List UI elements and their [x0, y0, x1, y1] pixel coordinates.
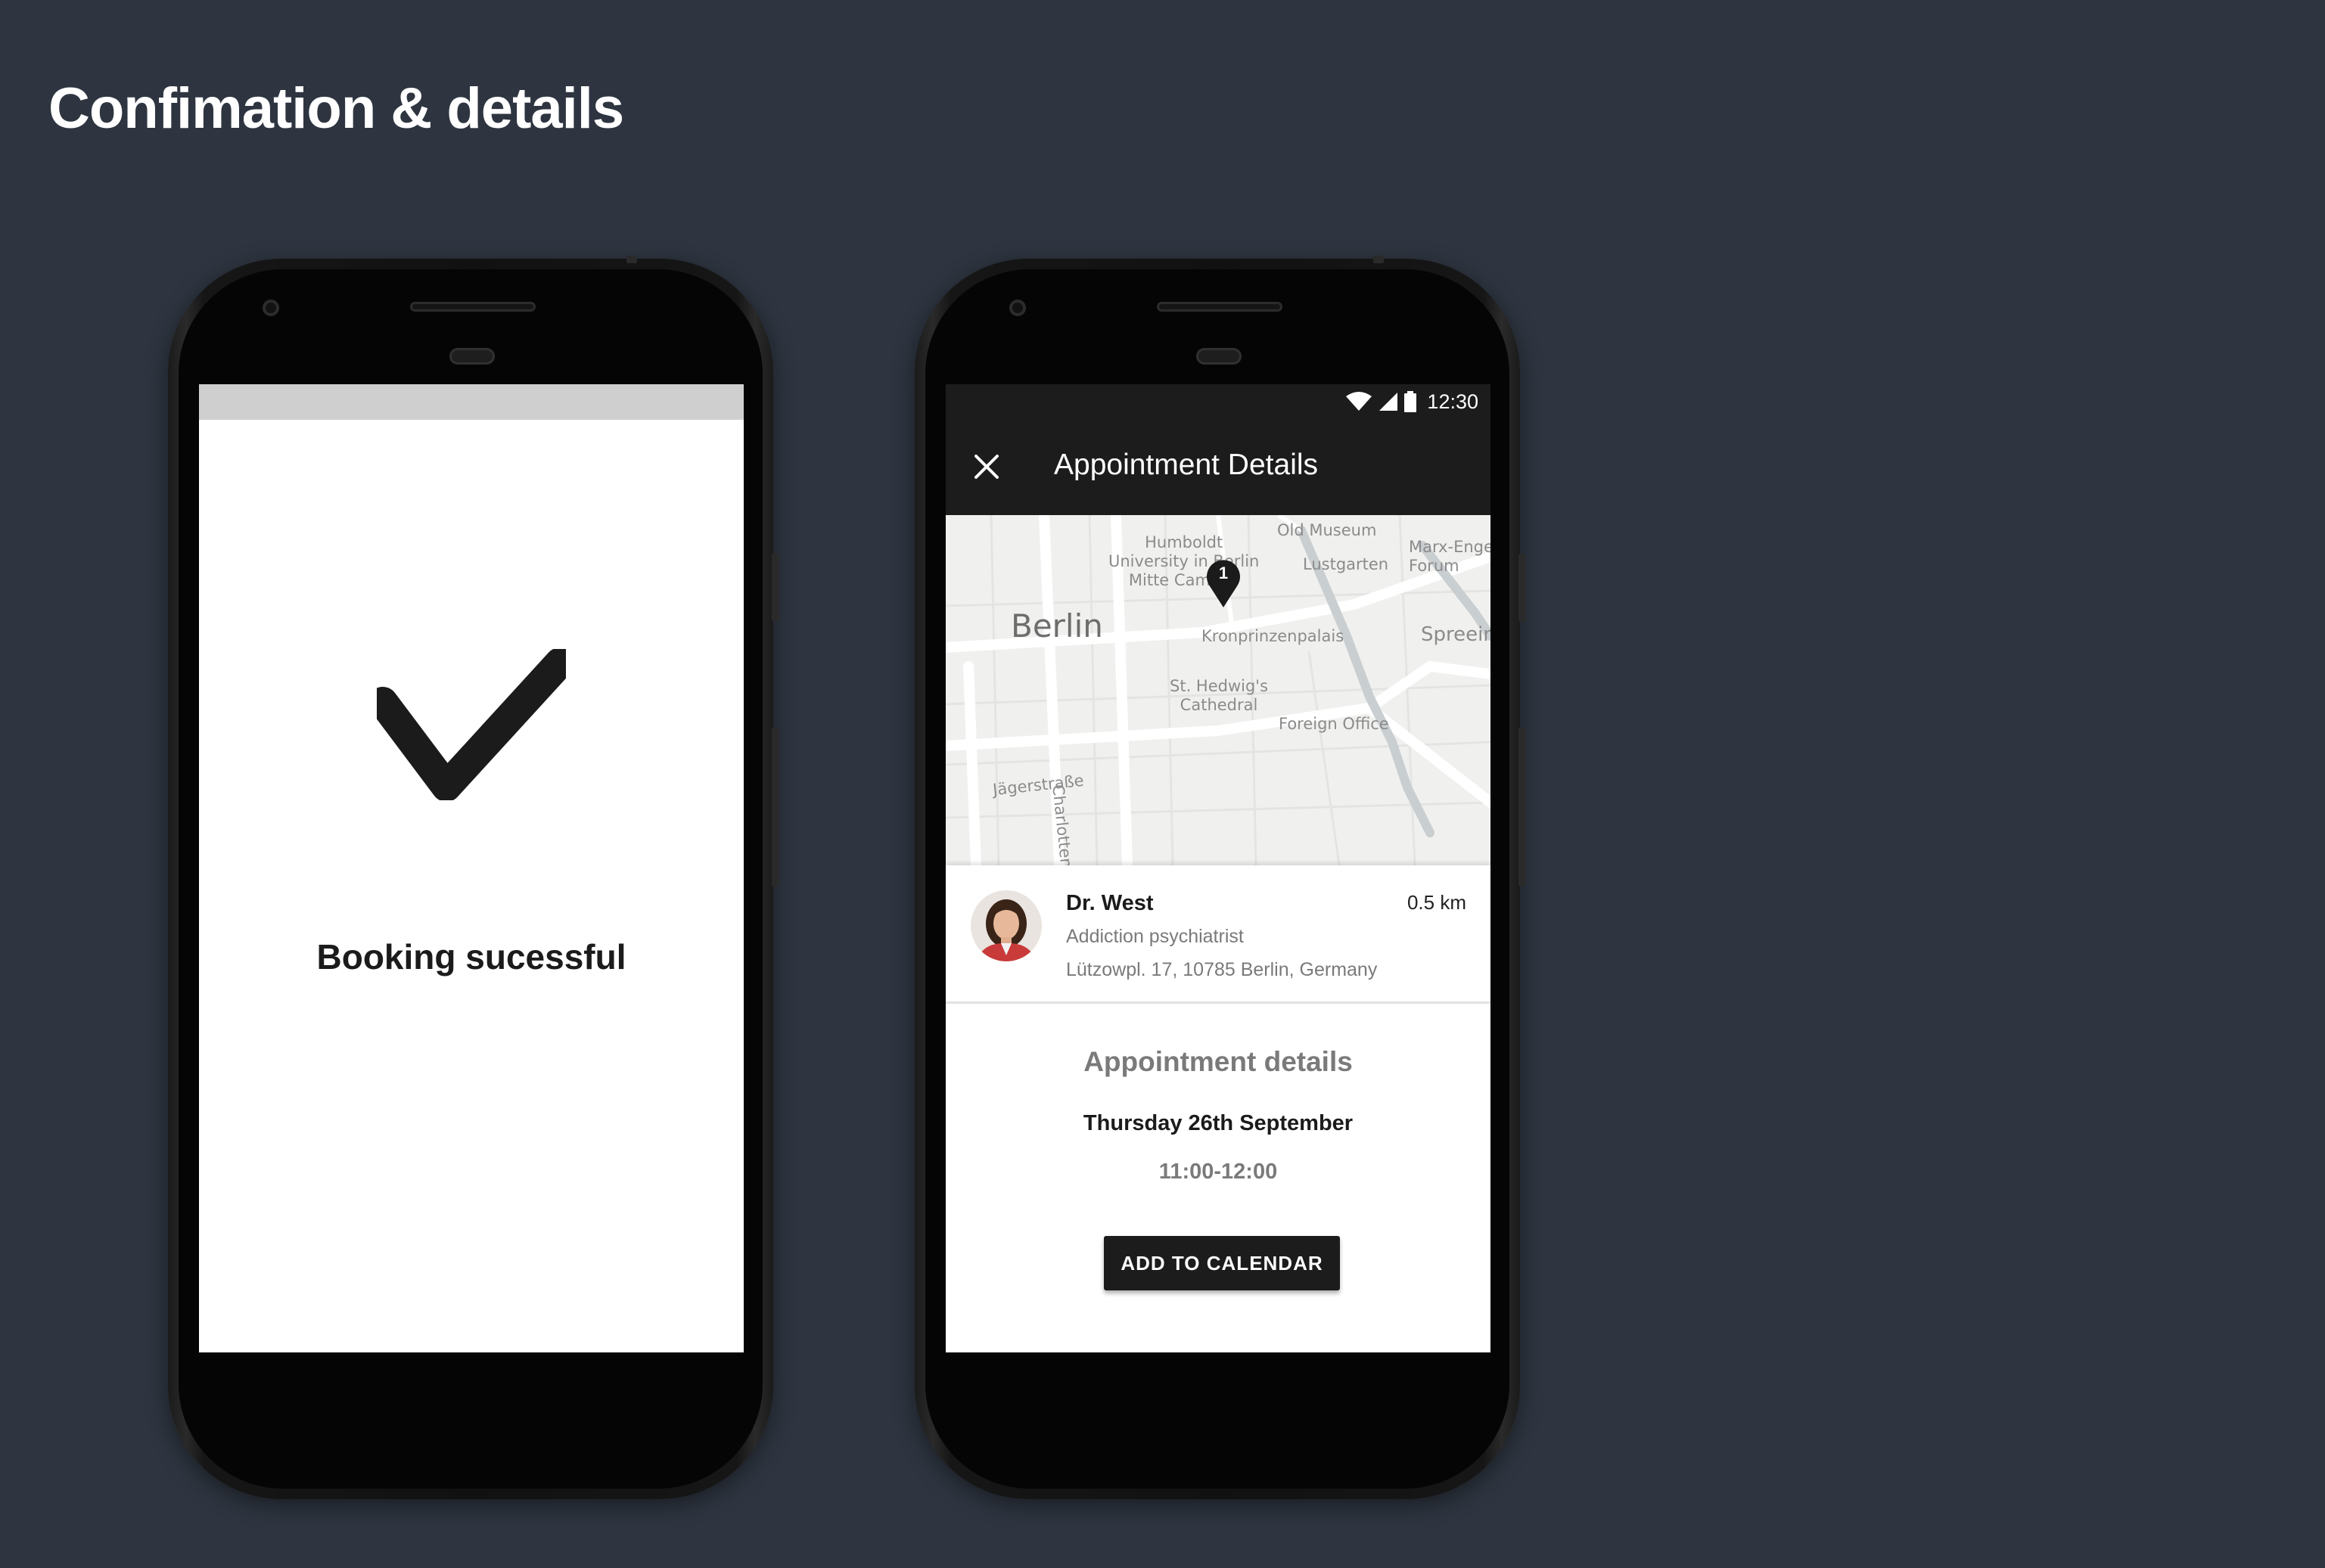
doctor-distance: 0.5 km — [1407, 891, 1466, 914]
phone-frame-details: 12:30 Appointment Details Humboldt Unive… — [915, 256, 1526, 1499]
add-to-calendar-button[interactable]: ADD TO CALENDAR — [1104, 1236, 1340, 1290]
earpiece-speaker — [1157, 302, 1282, 312]
close-icon[interactable] — [971, 452, 1002, 482]
map-label-foreign-office: Foreign Office — [1279, 715, 1389, 733]
signal-icon — [1379, 393, 1398, 411]
map-label-lustgarten: Lustgarten — [1303, 555, 1389, 573]
front-camera — [1009, 300, 1026, 316]
proximity-sensor — [449, 348, 495, 365]
phone-volume-button — [772, 728, 779, 886]
status-bar — [199, 384, 744, 420]
checkmark-icon — [377, 649, 566, 800]
app-bar: Appointment Details — [946, 420, 1490, 515]
map-label-st-hedwig: St. Hedwig's Cathedral — [1170, 677, 1269, 714]
battery-icon — [1404, 391, 1417, 412]
phone-power-button — [772, 554, 779, 622]
booking-success-message: Booking sucessful — [316, 937, 626, 977]
doctor-specialty: Addiction psychiatrist — [1066, 926, 1244, 947]
doctor-avatar-image — [971, 890, 1042, 961]
map-label-old-museum: Old Museum — [1277, 521, 1377, 539]
doctor-name: Dr. West — [1066, 891, 1154, 915]
wifi-icon — [1346, 392, 1372, 411]
location-map[interactable]: Humboldt University in Berlin Mitte Camp… — [946, 515, 1490, 865]
status-time: 12:30 — [1427, 390, 1478, 413]
proximity-sensor — [1196, 348, 1242, 365]
appointment-details-screen: 12:30 Appointment Details Humboldt Unive… — [946, 384, 1490, 1352]
map-label-marx-engels: Marx-Engels Forum — [1409, 538, 1490, 575]
appointment-details-heading: Appointment details — [1083, 1046, 1353, 1077]
earpiece-speaker — [410, 302, 536, 312]
status-bar: 12:30 — [946, 384, 1490, 420]
map-label-city: Berlin — [1011, 607, 1103, 644]
map-marker-number: 1 — [1218, 564, 1229, 582]
doctor-card[interactable]: Dr. West 0.5 km Addiction psychiatrist L… — [946, 865, 1490, 1004]
map-label-kronprinzenpalais: Kronprinzenpalais — [1201, 627, 1344, 645]
phone-volume-button — [1518, 728, 1526, 886]
phone-top-button — [626, 256, 637, 263]
avatar — [971, 890, 1042, 961]
map-label-spreeinsel: Spreeinsel — [1421, 623, 1490, 646]
appointment-time: 11:00-12:00 — [1158, 1160, 1278, 1184]
phone-frame-confirmation: Booking sucessful — [168, 256, 779, 1499]
doctor-address: Lützowpl. 17, 10785 Berlin, Germany — [1066, 959, 1378, 980]
phone-top-button — [1373, 256, 1384, 263]
app-bar-title: Appointment Details — [1054, 449, 1319, 481]
page-title: Confimation & details — [48, 76, 624, 141]
confirmation-screen: Booking sucessful — [199, 384, 744, 1352]
front-camera — [263, 300, 279, 316]
appointment-date: Thursday 26th September — [1083, 1111, 1354, 1135]
phone-power-button — [1518, 554, 1526, 622]
map-marker-pin[interactable]: 1 — [1205, 559, 1242, 609]
status-icons: 12:30 — [1345, 389, 1478, 415]
